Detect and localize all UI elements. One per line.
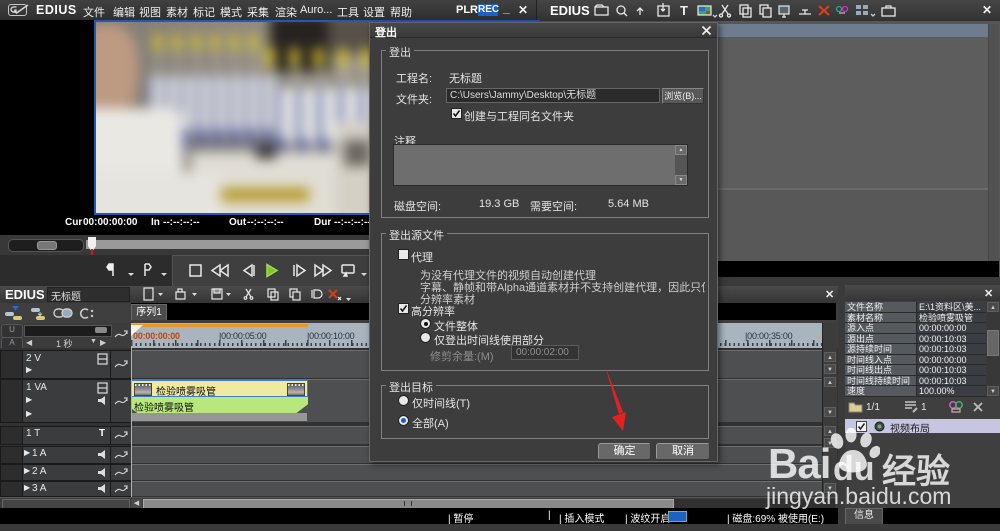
- svg-text:T: T: [680, 3, 688, 18]
